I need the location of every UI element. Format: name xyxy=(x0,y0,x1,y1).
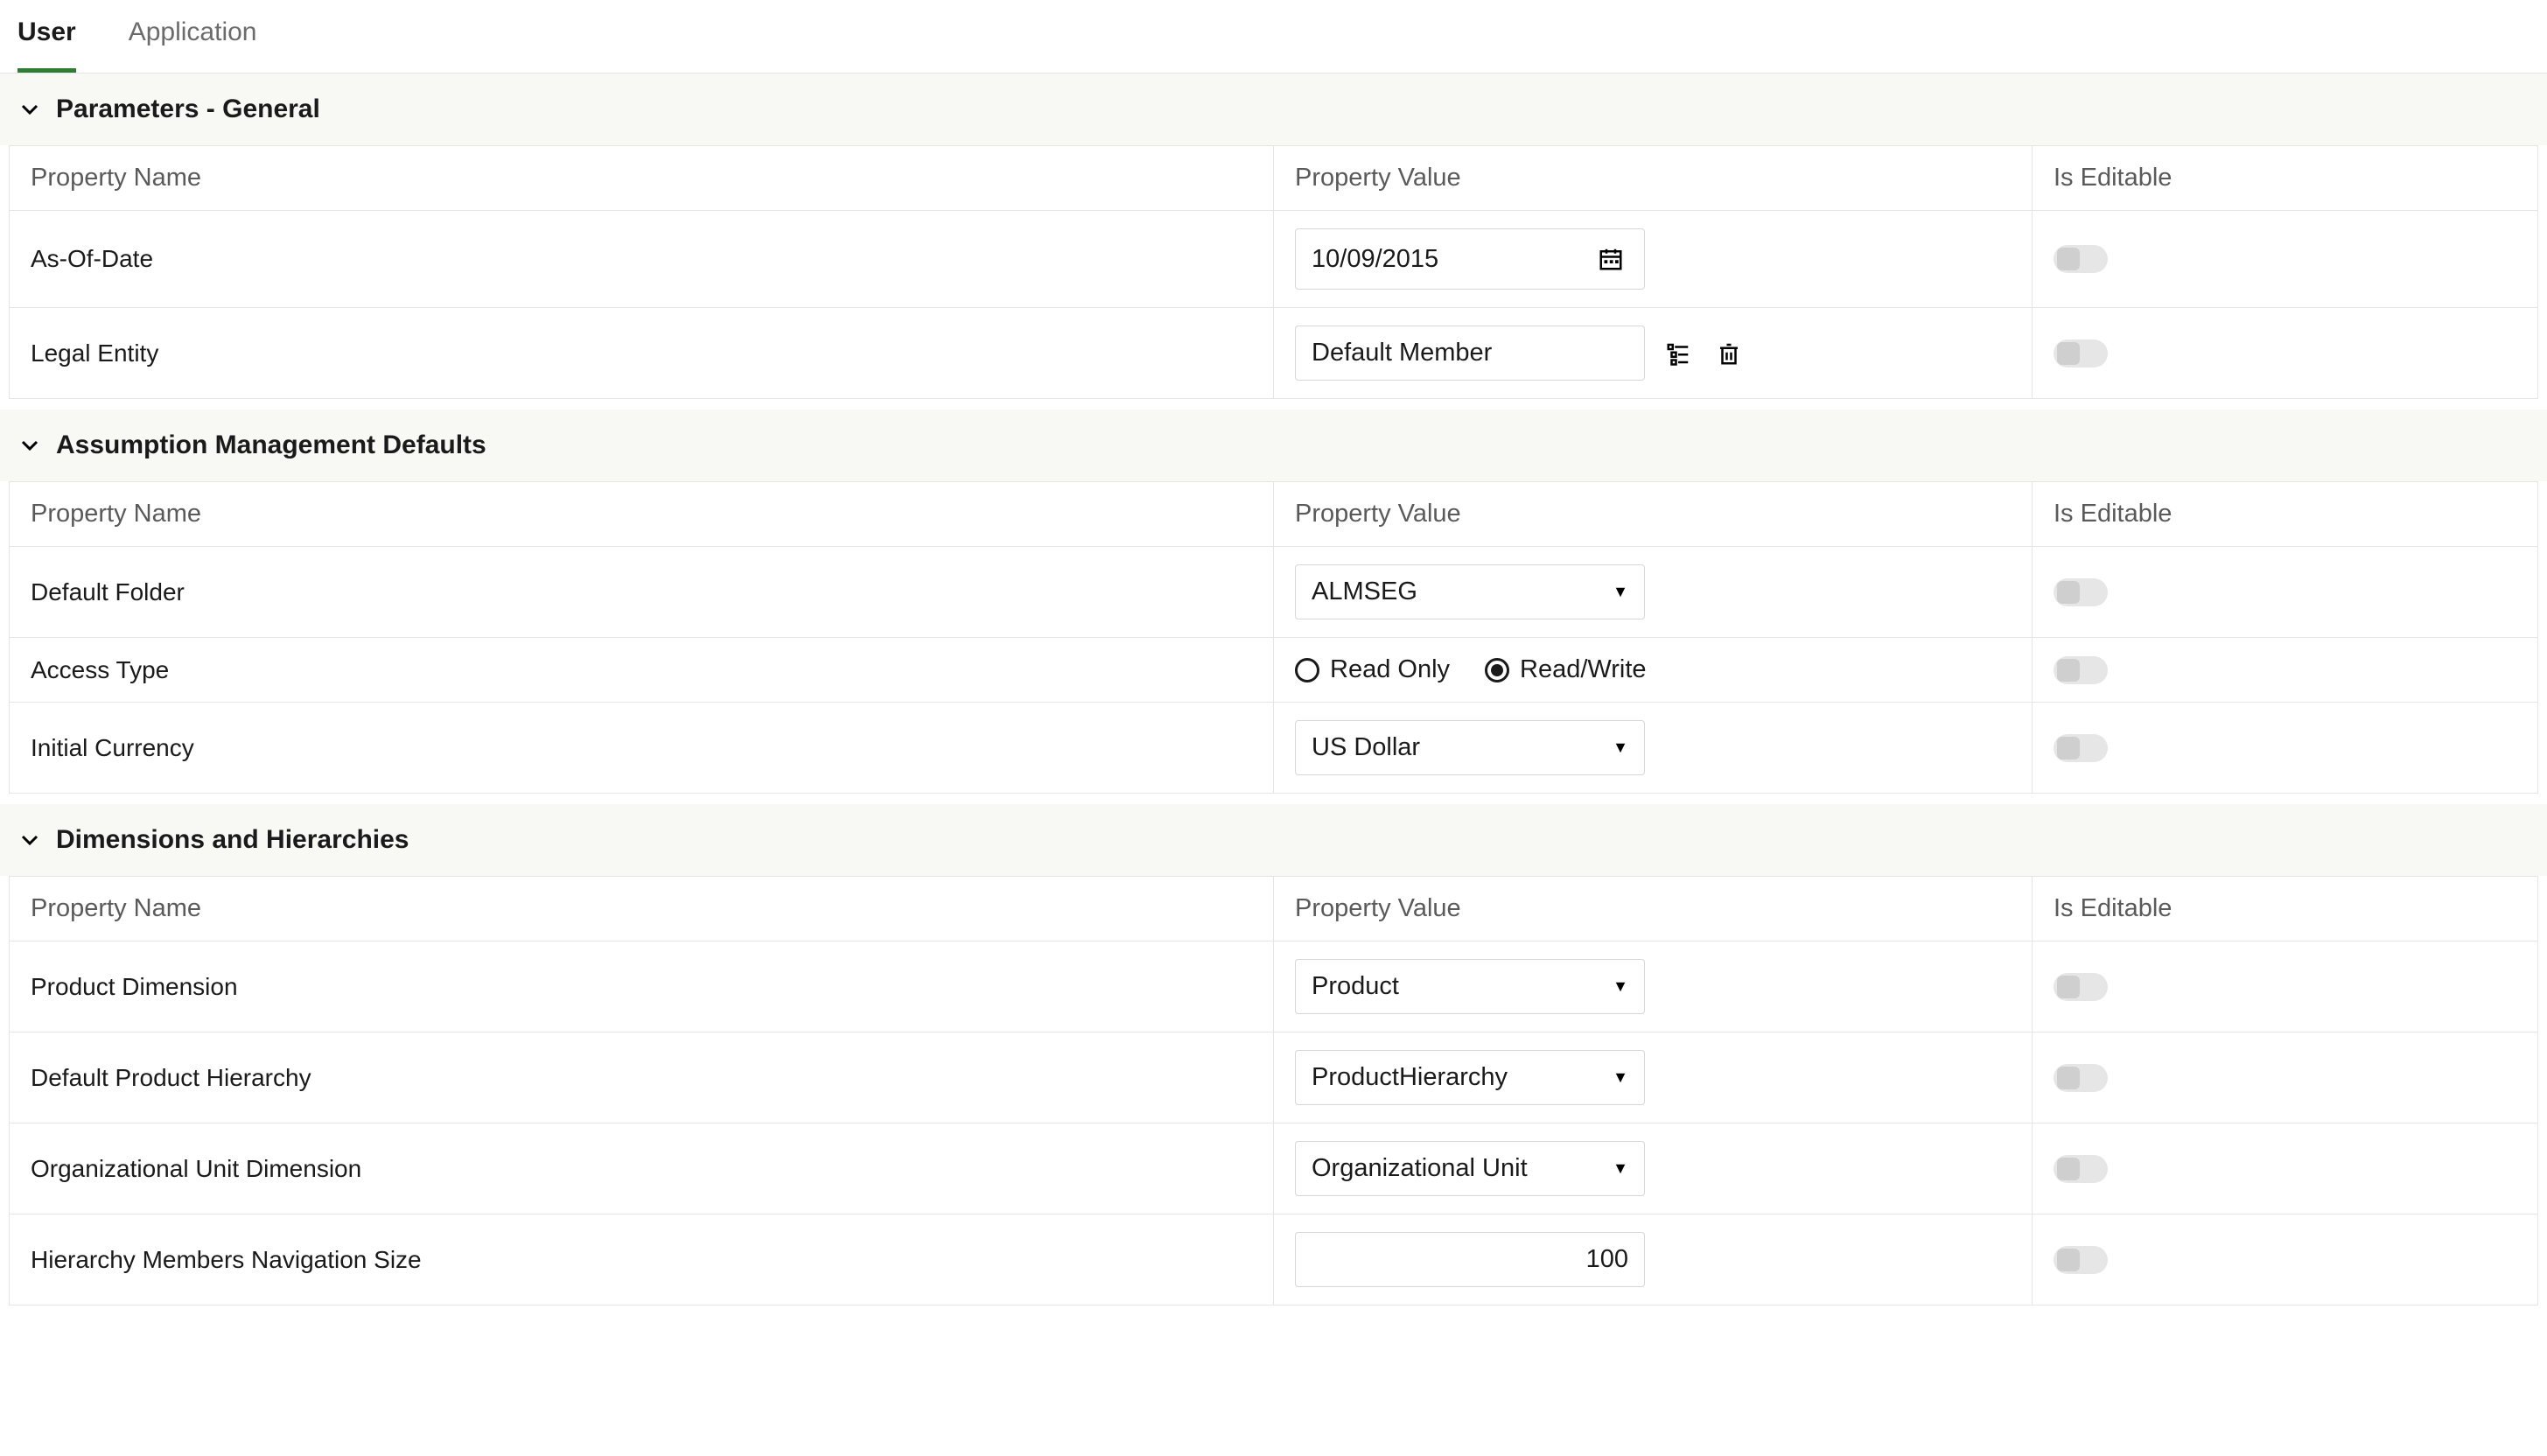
property-name: Product Dimension xyxy=(10,942,1274,1032)
caret-down-icon: ▼ xyxy=(1613,583,1628,601)
legal-entity-input[interactable]: Default Member xyxy=(1295,326,1645,381)
section-title: Dimensions and Hierarchies xyxy=(56,825,409,855)
row-org-unit-dimension: Organizational Unit Dimension Organizati… xyxy=(10,1124,2538,1214)
initial-currency-select[interactable]: US Dollar ▼ xyxy=(1295,720,1645,775)
section-dimensions-header[interactable]: Dimensions and Hierarchies xyxy=(0,804,2547,876)
org-unit-dimension-select[interactable]: Organizational Unit ▼ xyxy=(1295,1141,1645,1196)
col-property-name: Property Name xyxy=(10,482,1274,547)
property-name: Default Product Hierarchy xyxy=(10,1032,1274,1124)
radio-icon xyxy=(1485,658,1509,682)
hierarchy-nav-size-input[interactable]: 100 xyxy=(1295,1232,1645,1287)
dimensions-table: Property Name Property Value Is Editable… xyxy=(9,876,2538,1306)
calendar-icon[interactable] xyxy=(1593,242,1628,276)
default-folder-value: ALMSEG xyxy=(1312,578,1417,606)
col-is-editable: Is Editable xyxy=(2033,877,2538,942)
product-dimension-editable-toggle[interactable] xyxy=(2054,973,2108,1001)
row-legal-entity: Legal Entity Default Member xyxy=(10,308,2538,399)
col-property-value: Property Value xyxy=(1274,146,2033,211)
default-folder-select[interactable]: ALMSEG ▼ xyxy=(1295,564,1645,620)
row-access-type: Access Type Read Only Read/Write xyxy=(10,638,2538,703)
row-default-product-hierarchy: Default Product Hierarchy ProductHierarc… xyxy=(10,1032,2538,1124)
radio-read-only[interactable]: Read Only xyxy=(1295,655,1450,684)
property-name: Access Type xyxy=(10,638,1274,703)
tab-user[interactable]: User xyxy=(17,18,76,73)
section-parameters-general-header[interactable]: Parameters - General xyxy=(0,74,2547,145)
access-type-editable-toggle[interactable] xyxy=(2054,656,2108,684)
property-name: Hierarchy Members Navigation Size xyxy=(10,1214,1274,1306)
section-title: Parameters - General xyxy=(56,94,320,124)
col-is-editable: Is Editable xyxy=(2033,146,2538,211)
assumptions-table: Property Name Property Value Is Editable… xyxy=(9,481,2538,794)
row-as-of-date: As-Of-Date 10/09/2015 xyxy=(10,211,2538,308)
as-of-date-value: 10/09/2015 xyxy=(1312,245,1438,274)
tab-bar: User Application xyxy=(0,0,2547,74)
trash-icon[interactable] xyxy=(1711,336,1746,371)
caret-down-icon: ▼ xyxy=(1613,1068,1628,1087)
product-dimension-value: Product xyxy=(1312,972,1399,1001)
property-name: Default Folder xyxy=(10,547,1274,638)
property-name: As-Of-Date xyxy=(10,211,1274,308)
caret-down-icon: ▼ xyxy=(1613,977,1628,996)
section-assumptions-header[interactable]: Assumption Management Defaults xyxy=(0,410,2547,481)
col-property-value: Property Value xyxy=(1274,482,2033,547)
initial-currency-editable-toggle[interactable] xyxy=(2054,734,2108,762)
property-name: Legal Entity xyxy=(10,308,1274,399)
chevron-down-icon xyxy=(19,830,40,850)
default-product-hierarchy-select[interactable]: ProductHierarchy ▼ xyxy=(1295,1050,1645,1105)
default-folder-editable-toggle[interactable] xyxy=(2054,578,2108,606)
as-of-date-input[interactable]: 10/09/2015 xyxy=(1295,228,1645,290)
parameters-general-table: Property Name Property Value Is Editable… xyxy=(9,145,2538,399)
section-title: Assumption Management Defaults xyxy=(56,430,486,460)
as-of-date-editable-toggle[interactable] xyxy=(2054,245,2108,273)
property-name: Organizational Unit Dimension xyxy=(10,1124,1274,1214)
legal-entity-editable-toggle[interactable] xyxy=(2054,340,2108,368)
legal-entity-value: Default Member xyxy=(1312,339,1492,368)
org-unit-dimension-value: Organizational Unit xyxy=(1312,1154,1528,1183)
radio-read-write[interactable]: Read/Write xyxy=(1485,655,1647,684)
radio-icon xyxy=(1295,658,1319,682)
default-product-hierarchy-value: ProductHierarchy xyxy=(1312,1063,1508,1092)
chevron-down-icon xyxy=(19,435,40,456)
access-type-radio-group: Read Only Read/Write xyxy=(1295,655,2011,684)
col-property-name: Property Name xyxy=(10,877,1274,942)
initial-currency-value: US Dollar xyxy=(1312,733,1420,762)
org-unit-dimension-editable-toggle[interactable] xyxy=(2054,1155,2108,1183)
hierarchy-nav-size-editable-toggle[interactable] xyxy=(2054,1246,2108,1274)
row-product-dimension: Product Dimension Product ▼ xyxy=(10,942,2538,1032)
default-product-hierarchy-editable-toggle[interactable] xyxy=(2054,1064,2108,1092)
hierarchy-nav-size-value: 100 xyxy=(1586,1245,1628,1274)
tab-application[interactable]: Application xyxy=(129,18,257,73)
row-hierarchy-nav-size: Hierarchy Members Navigation Size 100 xyxy=(10,1214,2538,1306)
col-is-editable: Is Editable xyxy=(2033,482,2538,547)
row-initial-currency: Initial Currency US Dollar ▼ xyxy=(10,703,2538,794)
row-default-folder: Default Folder ALMSEG ▼ xyxy=(10,547,2538,638)
property-name: Initial Currency xyxy=(10,703,1274,794)
caret-down-icon: ▼ xyxy=(1613,1159,1628,1178)
product-dimension-select[interactable]: Product ▼ xyxy=(1295,959,1645,1014)
radio-label: Read Only xyxy=(1330,655,1450,684)
caret-down-icon: ▼ xyxy=(1613,738,1628,757)
col-property-name: Property Name xyxy=(10,146,1274,211)
chevron-down-icon xyxy=(19,99,40,120)
hierarchy-list-icon[interactable] xyxy=(1661,336,1696,371)
col-property-value: Property Value xyxy=(1274,877,2033,942)
radio-label: Read/Write xyxy=(1520,655,1647,684)
